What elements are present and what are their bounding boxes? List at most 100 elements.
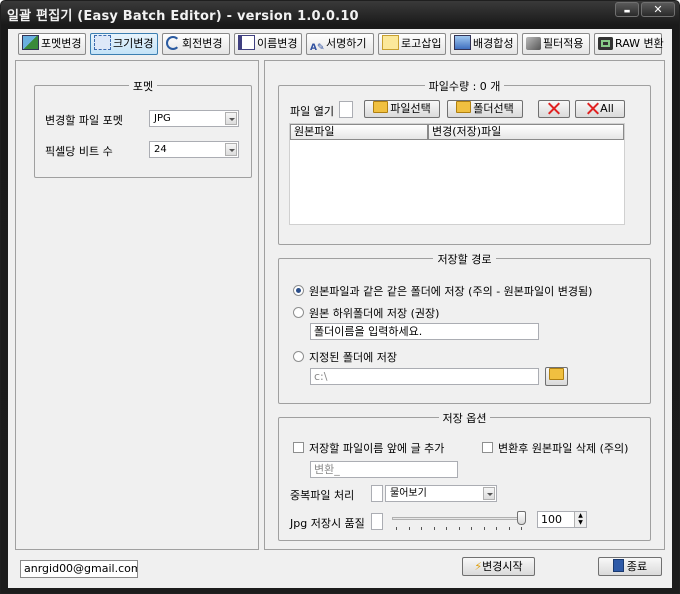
slider-tick bbox=[459, 527, 460, 530]
app-window: 일괄 편집기 (Easy Batch Editor) - version 1.0… bbox=[0, 0, 680, 594]
tab-raw[interactable]: RAW 변환 bbox=[594, 33, 664, 55]
minimize-icon: ▬ bbox=[623, 7, 631, 15]
slider-tick bbox=[521, 527, 522, 530]
tab-signature-label: 서명하기 bbox=[326, 37, 367, 50]
tab-rotate-label: 회전변경 bbox=[182, 37, 223, 50]
save-options-group: 저장 옵션 저장할 파일이름 앞에 글 추가 변환후 원본파일 삭제 (주의) … bbox=[278, 412, 651, 541]
left-options-panel: 포멧 변경할 파일 포멧 JPG 픽셀당 비트 수 24 bbox=[15, 60, 259, 550]
open-files-input[interactable] bbox=[339, 101, 353, 118]
save-subfolder-radio[interactable] bbox=[293, 307, 304, 318]
save-same-folder-label[interactable]: 원본파일과 같은 같은 폴더에 저장 (주의 - 원본파일이 변경됨) bbox=[309, 283, 592, 299]
exit-label: 종료 bbox=[626, 560, 648, 573]
tab-format-label: 포멧변경 bbox=[41, 37, 82, 50]
jpg-quality-label: Jpg 저장시 품질 bbox=[290, 517, 365, 530]
chevron-down-icon bbox=[483, 487, 495, 500]
remove-all-button[interactable]: All bbox=[575, 100, 625, 118]
exit-button[interactable]: 종료 bbox=[598, 557, 662, 576]
save-same-folder-radio[interactable] bbox=[293, 285, 304, 296]
file-format-label: 변경할 파일 포멧 bbox=[45, 114, 123, 127]
logo-icon bbox=[382, 35, 399, 50]
open-folder-icon bbox=[549, 368, 564, 380]
tab-filter[interactable]: 필터적용 bbox=[522, 33, 590, 55]
format-group: 포멧 변경할 파일 포멧 JPG 픽셀당 비트 수 24 bbox=[34, 80, 252, 178]
resize-icon bbox=[94, 35, 111, 50]
tab-resize-label: 크기변경 bbox=[113, 37, 154, 50]
slider-tick bbox=[446, 527, 447, 530]
lightning-icon: ⚡ bbox=[474, 560, 483, 573]
slider-tick bbox=[396, 527, 397, 530]
title-bar: 일괄 편집기 (Easy Batch Editor) - version 1.0… bbox=[1, 1, 679, 27]
duplicate-spacer-field bbox=[371, 485, 383, 502]
save-path-group: 저장할 경로 원본파일과 같은 같은 폴더에 저장 (주의 - 원본파일이 변경… bbox=[278, 253, 651, 404]
column-header-original[interactable]: 원본파일 bbox=[290, 124, 428, 140]
file-count-title: 파일수량 : 0 개 bbox=[424, 80, 505, 93]
filter-icon bbox=[526, 37, 541, 50]
select-folder-button[interactable]: 폴더선택 bbox=[447, 100, 523, 118]
save-custom-folder-radio[interactable] bbox=[293, 351, 304, 362]
save-subfolder-label[interactable]: 원본 하위폴더에 저장 (권장) bbox=[309, 305, 439, 321]
browse-folder-button[interactable] bbox=[545, 367, 568, 386]
tab-logo[interactable]: 로고삽입 bbox=[378, 33, 446, 55]
tab-rotate[interactable]: 회전변경 bbox=[162, 33, 230, 55]
prefix-label[interactable]: 저장할 파일이름 앞에 글 추가 bbox=[309, 440, 444, 456]
slider-tick bbox=[409, 527, 410, 530]
jpg-quality-slider[interactable] bbox=[392, 511, 526, 531]
format-group-title: 포멧 bbox=[128, 80, 158, 93]
delete-original-label[interactable]: 변환후 원본파일 삭제 (주의) bbox=[498, 440, 628, 456]
file-list[interactable]: 원본파일 변경(저장)파일 bbox=[289, 123, 625, 225]
slider-tick bbox=[421, 527, 422, 530]
spinner-arrows-icon[interactable]: ▲ ▼ bbox=[574, 512, 586, 527]
save-path-title: 저장할 경로 bbox=[433, 253, 496, 266]
right-main-panel: 파일수량 : 0 개 파일 열기 파일선택 폴더선택 All 원본파일 변경(저… bbox=[264, 60, 665, 550]
column-header-converted[interactable]: 변경(저장)파일 bbox=[428, 124, 624, 140]
chevron-down-icon bbox=[225, 112, 237, 125]
tab-rename[interactable]: 이름변경 bbox=[234, 33, 302, 55]
delete-original-checkbox[interactable] bbox=[482, 442, 493, 453]
exit-door-icon bbox=[612, 559, 624, 572]
slider-track bbox=[392, 517, 526, 520]
slider-tick bbox=[509, 527, 510, 530]
save-custom-folder-label[interactable]: 지정된 폴더에 저장 bbox=[309, 349, 397, 365]
tab-resize[interactable]: 크기변경 bbox=[90, 33, 158, 55]
open-folder-icon bbox=[456, 101, 472, 113]
prefix-text-input[interactable]: 변환_ bbox=[310, 461, 458, 478]
remove-selected-button[interactable] bbox=[538, 100, 570, 118]
close-button[interactable]: ✕ bbox=[641, 2, 675, 17]
jpg-quality-value: 100 bbox=[541, 513, 562, 526]
prefix-checkbox[interactable] bbox=[293, 442, 304, 453]
tab-signature[interactable]: A✎서명하기 bbox=[306, 33, 374, 55]
red-x-icon bbox=[547, 102, 561, 114]
duplicate-handling-label: 중복파일 처리 bbox=[290, 489, 355, 502]
minimize-button[interactable]: ▬ bbox=[615, 2, 639, 17]
duplicate-handling-select[interactable]: 물어보기 bbox=[385, 485, 497, 502]
main-client-area: 포멧변경 크기변경 회전변경 이름변경 A✎서명하기 로고삽입 배경합성 필터적… bbox=[8, 29, 672, 588]
save-options-title: 저장 옵션 bbox=[438, 412, 491, 425]
select-file-button[interactable]: 파일선택 bbox=[364, 100, 440, 118]
tab-background-label: 배경합성 bbox=[473, 37, 514, 50]
start-conversion-button[interactable]: ⚡변경시작 bbox=[462, 557, 535, 576]
file-format-value: JPG bbox=[154, 113, 171, 124]
bit-depth-select[interactable]: 24 bbox=[149, 141, 239, 158]
remove-all-label: All bbox=[600, 102, 614, 115]
tab-filter-label: 필터적용 bbox=[543, 37, 584, 50]
open-files-label: 파일 열기 bbox=[290, 105, 334, 118]
raw-camera-icon bbox=[598, 37, 613, 50]
jpg-quality-spinner[interactable]: 100 ▲ ▼ bbox=[537, 511, 587, 528]
slider-tick bbox=[496, 527, 497, 530]
select-folder-label: 폴더선택 bbox=[473, 102, 514, 115]
tab-rename-label: 이름변경 bbox=[257, 37, 298, 50]
file-format-select[interactable]: JPG bbox=[149, 110, 239, 127]
author-email: anrgid00@gmail.com bbox=[20, 560, 138, 578]
tab-background[interactable]: 배경합성 bbox=[450, 33, 518, 55]
slider-thumb[interactable] bbox=[517, 511, 526, 525]
rename-icon bbox=[238, 35, 255, 50]
bit-depth-value: 24 bbox=[154, 144, 167, 155]
subfolder-name-input[interactable]: 폴더이름을 입력하세요. bbox=[310, 323, 539, 340]
bit-depth-label: 픽셀당 비트 수 bbox=[45, 145, 113, 158]
background-icon bbox=[454, 35, 471, 50]
tab-format[interactable]: 포멧변경 bbox=[18, 33, 86, 55]
format-icon bbox=[22, 35, 39, 50]
chevron-down-icon bbox=[225, 143, 237, 156]
window-title: 일괄 편집기 (Easy Batch Editor) - version 1.0… bbox=[7, 9, 359, 24]
custom-folder-path-input[interactable]: c:\ bbox=[310, 368, 539, 385]
